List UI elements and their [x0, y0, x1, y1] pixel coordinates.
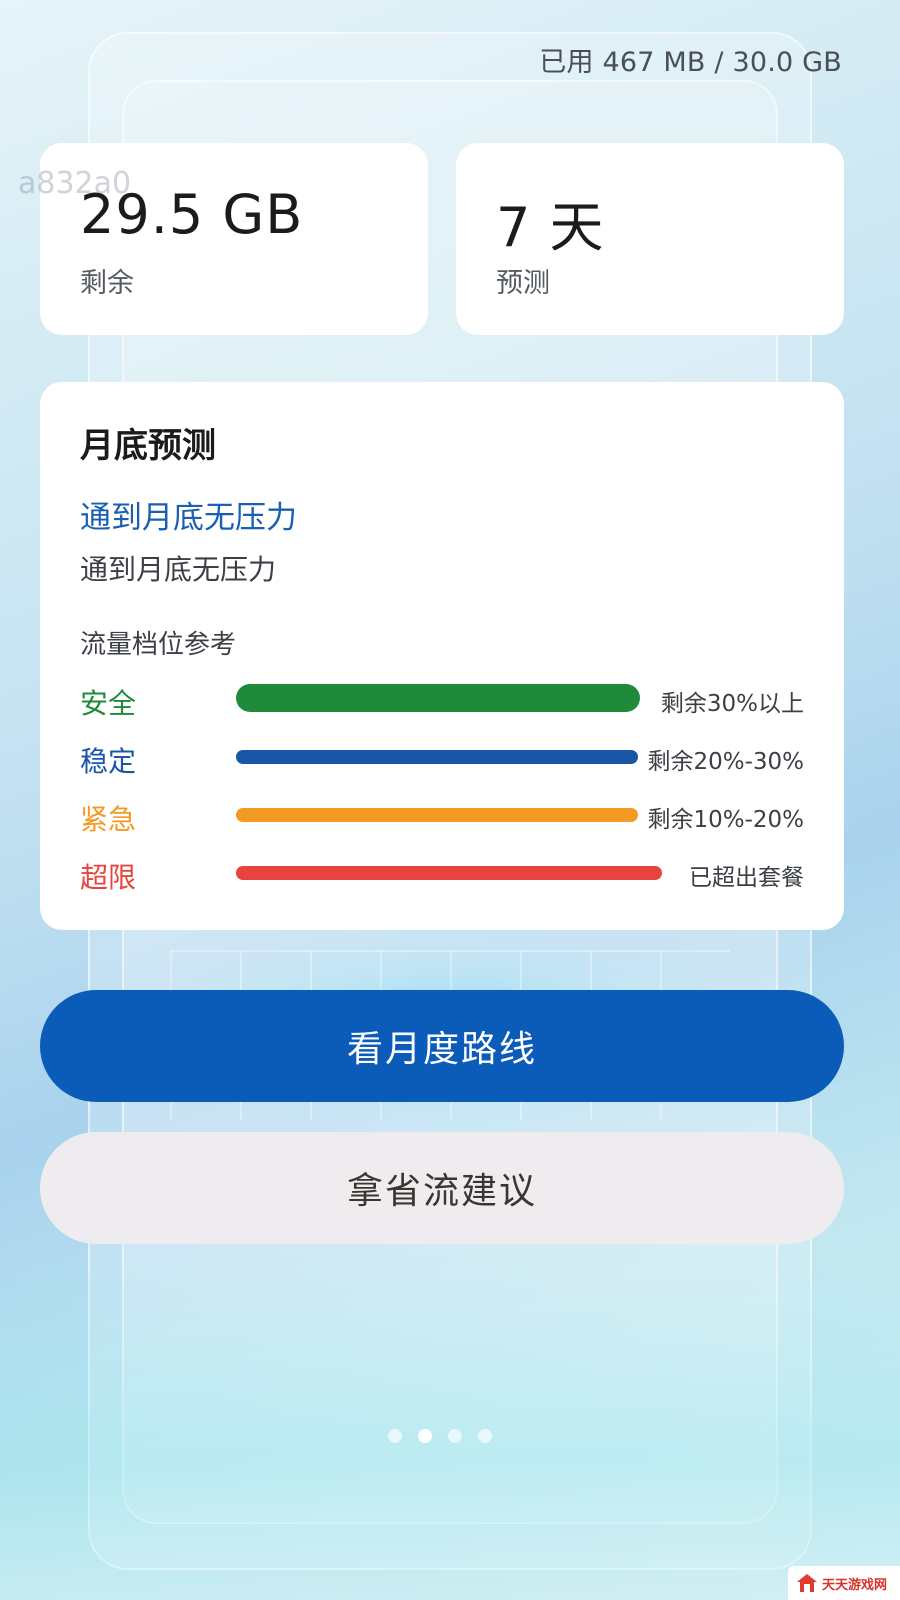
tier-bar-urgent: [236, 808, 638, 822]
tier-reference-heading: 流量档位参考: [80, 630, 237, 660]
tier-description: 剩余10%-20%: [647, 807, 804, 833]
page-dot[interactable]: [478, 1429, 492, 1443]
background-bottom-gradient: [0, 1250, 900, 1600]
site-watermark-badge: 天天游戏网: [788, 1566, 900, 1600]
forecast-days-label: 预测: [496, 268, 550, 299]
page-indicator: [388, 1429, 492, 1443]
house-logo-icon: [797, 1574, 817, 1592]
forecast-headline: 通到月底无压力: [80, 500, 297, 536]
forecast-days-card: 7 天 预测: [456, 143, 844, 335]
page-dot[interactable]: [388, 1429, 402, 1443]
tier-bar-over-limit: [236, 866, 662, 880]
page-dot[interactable]: [448, 1429, 462, 1443]
forecast-subtitle: 通到月底无压力: [80, 553, 277, 586]
data-usage-summary: 已用 467 MB / 30.0 GB: [539, 47, 842, 78]
page-dot[interactable]: [418, 1429, 432, 1443]
tier-description: 剩余30%以上: [660, 691, 804, 717]
tier-bar-safe: [236, 684, 640, 712]
month-end-forecast-card: 月底预测 通到月底无压力 通到月底无压力 流量档位参考 安全 剩余30%以上 稳…: [40, 382, 844, 930]
tier-row-over-limit: 超限 已超出套餐: [80, 854, 804, 894]
site-watermark-text: 天天游戏网: [822, 1577, 888, 1593]
tier-description: 剩余20%-30%: [647, 749, 804, 775]
tier-name: 超限: [80, 861, 137, 894]
id-watermark: a832a0: [18, 166, 132, 201]
tier-name: 紧急: [80, 803, 137, 836]
remaining-data-label: 剩余: [80, 268, 134, 299]
tier-name: 稳定: [80, 745, 137, 778]
view-monthly-route-button[interactable]: 看月度路线: [40, 990, 844, 1102]
forecast-card-title: 月底预测: [80, 426, 216, 466]
forecast-days-value: 7 天: [496, 196, 605, 259]
tier-description: 已超出套餐: [689, 865, 804, 891]
get-data-saving-tips-button[interactable]: 拿省流建议: [40, 1132, 844, 1244]
tier-name: 安全: [80, 687, 137, 720]
tier-row-urgent: 紧急 剩余10%-20%: [80, 796, 804, 836]
tier-row-stable: 稳定 剩余20%-30%: [80, 738, 804, 778]
tier-bar-stable: [236, 750, 638, 764]
tier-row-safe: 安全 剩余30%以上: [80, 680, 804, 720]
